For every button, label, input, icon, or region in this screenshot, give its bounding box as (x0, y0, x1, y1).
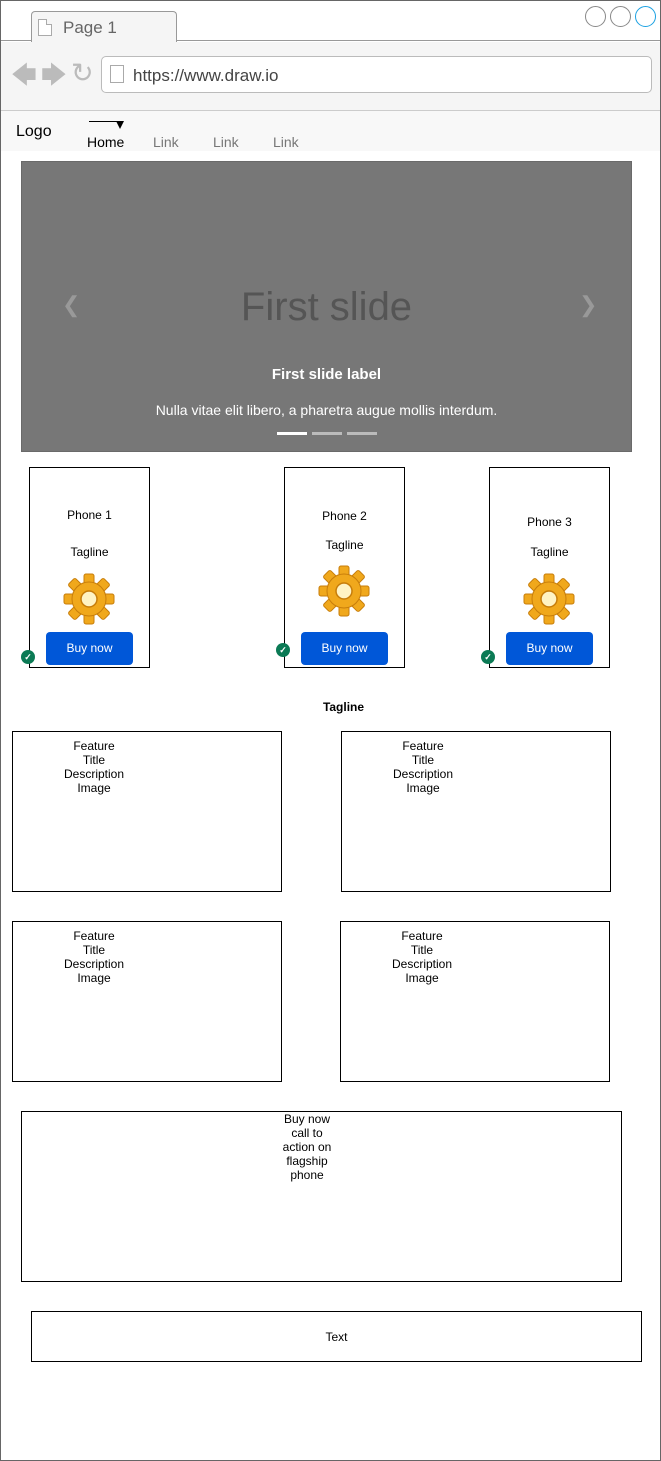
feature-box-4: Feature Title Description Image (340, 921, 610, 1082)
gear-icon (523, 573, 575, 625)
feature-text: Feature Title Description Image (63, 739, 125, 795)
address-bar: 🡄 🡆 ↻ https://www.draw.io (1, 42, 660, 111)
product-card-3: Phone 3 Tagline Buy now (489, 467, 610, 668)
browser-window: Page 1 🡄 🡆 ↻ https://www.draw.io Logo Ho… (0, 0, 661, 1461)
feature-text: Feature Title Description Image (63, 929, 125, 985)
back-arrow-icon[interactable]: 🡄 (11, 63, 37, 88)
text-box-label: Text (325, 1330, 348, 1344)
check-icon: ✓ (276, 643, 290, 657)
url-input[interactable]: https://www.draw.io (101, 56, 652, 93)
minimize-button[interactable] (585, 6, 606, 27)
feature-box-3: Feature Title Description Image (12, 921, 282, 1082)
browser-tab[interactable]: Page 1 (31, 11, 177, 42)
buy-now-button[interactable]: Buy now (46, 632, 133, 665)
feature-box-1: Feature Title Description Image (12, 731, 282, 892)
tab-bar: Page 1 (1, 1, 660, 42)
buy-now-button[interactable]: Buy now (506, 632, 593, 665)
carousel: First slide ❮ ❯ First slide label Nulla … (21, 161, 632, 452)
buy-now-button[interactable]: Buy now (301, 632, 388, 665)
page-icon (110, 65, 124, 83)
site-navbar: Logo Home Link Link Link (1, 111, 660, 151)
slide-title: First slide (240, 285, 413, 329)
feature-text: Feature Title Description Image (391, 929, 453, 985)
arrow-pointer-icon (89, 121, 124, 129)
nav-link-2[interactable]: Link (153, 134, 179, 150)
reload-icon[interactable]: ↻ (71, 60, 94, 87)
page-icon (38, 19, 52, 36)
nav-link-4[interactable]: Link (273, 134, 299, 150)
product-name: Phone 2 (322, 509, 367, 523)
product-card-1: Phone 1 Tagline Buy now (29, 467, 150, 668)
nav-link-home[interactable]: Home (87, 134, 124, 150)
gear-icon (318, 565, 370, 617)
gear-icon (63, 573, 115, 625)
carousel-indicator-3[interactable] (347, 432, 377, 435)
product-card-2: Phone 2 Tagline Buy now (284, 467, 405, 668)
carousel-indicator-2[interactable] (312, 432, 342, 435)
section-tagline: Tagline (322, 700, 365, 714)
product-name: Phone 3 (527, 515, 572, 529)
forward-arrow-icon[interactable]: 🡆 (41, 63, 67, 88)
product-tagline: Tagline (70, 545, 109, 559)
call-to-action-box[interactable]: Buy now call to action on flagship phone (21, 1111, 622, 1282)
url-text: https://www.draw.io (133, 66, 279, 85)
tab-title: Page 1 (63, 18, 117, 37)
product-tagline: Tagline (530, 545, 569, 559)
close-button[interactable] (635, 6, 656, 27)
feature-box-2: Feature Title Description Image (341, 731, 611, 892)
nav-link-3[interactable]: Link (213, 134, 239, 150)
chevron-right-icon[interactable]: ❯ (579, 292, 597, 318)
check-icon: ✓ (481, 650, 495, 664)
slide-label: First slide label (271, 366, 382, 383)
feature-text: Feature Title Description Image (392, 739, 454, 795)
maximize-button[interactable] (610, 6, 631, 27)
carousel-indicator-1[interactable] (277, 432, 307, 435)
product-name: Phone 1 (67, 508, 112, 522)
product-tagline: Tagline (325, 538, 364, 552)
text-box: Text (31, 1311, 642, 1362)
slide-caption: Nulla vitae elit libero, a pharetra augu… (155, 402, 498, 418)
logo[interactable]: Logo (16, 123, 52, 141)
check-icon: ✓ (21, 650, 35, 664)
chevron-left-icon[interactable]: ❮ (62, 292, 80, 318)
cta-text: Buy now call to action on flagship phone (282, 1112, 332, 1182)
